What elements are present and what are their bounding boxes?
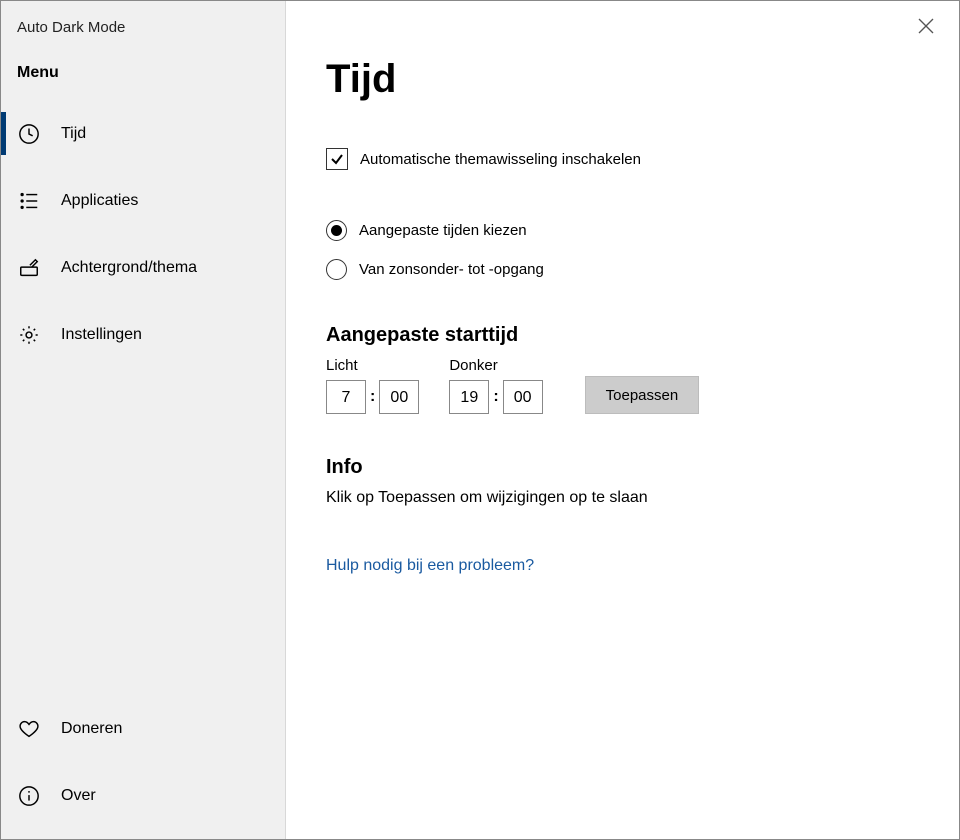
- clock-icon: [17, 122, 41, 146]
- time-colon: :: [370, 388, 375, 406]
- menu-title: Menu: [1, 40, 285, 100]
- dark-label: Donker: [449, 357, 542, 374]
- enable-checkbox-label: Automatische themawisseling inschakelen: [360, 151, 641, 168]
- dark-minute-input[interactable]: 00: [503, 380, 543, 414]
- sidebar-item-label: Applicaties: [61, 192, 138, 210]
- info-heading: Info: [326, 456, 929, 479]
- apply-button[interactable]: Toepassen: [585, 376, 700, 414]
- sidebar-item-applicaties[interactable]: Applicaties: [1, 167, 285, 234]
- sidebar-item-achtergrond[interactable]: Achtergrond/thema: [1, 234, 285, 301]
- app-window: Auto Dark Mode Menu Tijd Applicaties: [0, 0, 960, 840]
- light-time-inputs: 7 : 00: [326, 380, 419, 414]
- light-label: Licht: [326, 357, 419, 374]
- time-colon: :: [493, 388, 498, 406]
- sidebar-item-label: Doneren: [61, 720, 122, 738]
- list-icon: [17, 189, 41, 213]
- radio-label: Van zonsonder- tot -opgang: [359, 261, 544, 278]
- light-time-block: Licht 7 : 00: [326, 357, 419, 414]
- enable-checkbox-row[interactable]: Automatische themawisseling inschakelen: [326, 148, 929, 170]
- sidebar-item-tijd[interactable]: Tijd: [1, 100, 285, 167]
- close-button[interactable]: [917, 17, 937, 37]
- sidebar-item-label: Tijd: [61, 125, 86, 143]
- radio-button[interactable]: [326, 259, 347, 280]
- nav-main: Tijd Applicaties Achtergrond/thema: [1, 100, 285, 695]
- light-minute-input[interactable]: 00: [379, 380, 419, 414]
- heart-icon: [17, 717, 41, 741]
- sidebar: Auto Dark Mode Menu Tijd Applicaties: [1, 1, 286, 839]
- light-hour-input[interactable]: 7: [326, 380, 366, 414]
- app-title: Auto Dark Mode: [1, 7, 285, 40]
- radio-button[interactable]: [326, 220, 347, 241]
- enable-checkbox[interactable]: [326, 148, 348, 170]
- sidebar-item-instellingen[interactable]: Instellingen: [1, 301, 285, 368]
- sidebar-item-label: Instellingen: [61, 326, 142, 344]
- gear-icon: [17, 323, 41, 347]
- main-content: Tijd Automatische themawisseling inschak…: [286, 1, 959, 839]
- radio-custom-times[interactable]: Aangepaste tijden kiezen: [326, 220, 929, 241]
- custom-start-heading: Aangepaste starttijd: [326, 324, 929, 347]
- dark-hour-input[interactable]: 19: [449, 380, 489, 414]
- info-icon: [17, 784, 41, 808]
- paint-icon: [17, 256, 41, 280]
- radio-label: Aangepaste tijden kiezen: [359, 222, 527, 239]
- page-title: Tijd: [326, 57, 929, 102]
- sidebar-item-label: Achtergrond/thema: [61, 259, 197, 277]
- help-link[interactable]: Hulp nodig bij een probleem?: [326, 557, 929, 575]
- info-text: Klik op Toepassen om wijzigingen op te s…: [326, 489, 929, 507]
- sidebar-item-label: Over: [61, 787, 96, 805]
- radio-sunset-sunrise[interactable]: Van zonsonder- tot -opgang: [326, 259, 929, 280]
- sidebar-item-doneren[interactable]: Doneren: [1, 695, 285, 762]
- mode-radio-group: Aangepaste tijden kiezen Van zonsonder- …: [326, 220, 929, 280]
- sidebar-item-over[interactable]: Over: [1, 762, 285, 829]
- dark-time-inputs: 19 : 00: [449, 380, 542, 414]
- nav-bottom: Doneren Over: [1, 695, 285, 829]
- time-row: Licht 7 : 00 Donker 19 : 00 Toepassen: [326, 357, 929, 414]
- dark-time-block: Donker 19 : 00: [449, 357, 542, 414]
